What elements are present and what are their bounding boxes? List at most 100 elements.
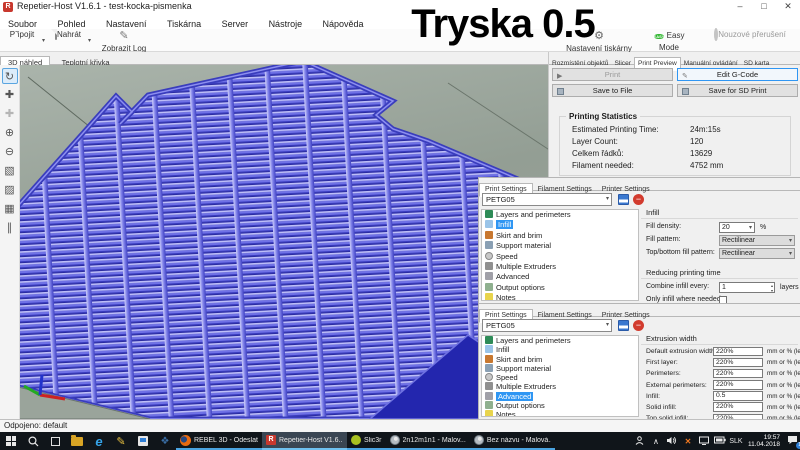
antivirus-icon[interactable]: ✕ xyxy=(680,437,696,446)
battery-button[interactable] xyxy=(712,436,728,446)
first-layer-input[interactable]: 220% xyxy=(713,358,763,368)
category-notes[interactable]: Notes xyxy=(482,293,638,301)
maximize-button[interactable]: □ xyxy=(752,0,776,14)
category-output-options[interactable]: Output options xyxy=(482,401,638,410)
search-button[interactable] xyxy=(22,432,44,450)
print-button[interactable]: ▶ Print xyxy=(552,68,673,81)
output-icon xyxy=(485,401,493,409)
category-speed[interactable]: Speed xyxy=(482,373,638,382)
connect-caret-icon[interactable]: ▾ xyxy=(42,37,45,44)
show-log-button[interactable]: ✎ Zobrazit Log xyxy=(96,30,152,53)
clock[interactable]: 19:57 11.04.2018 xyxy=(744,434,784,449)
save-profile-button[interactable] xyxy=(618,194,629,205)
system-tray: ∧ ✕ SLK 19:57 11.04.2018 1 xyxy=(632,432,800,450)
rotate-view-button[interactable]: ↻ xyxy=(2,68,18,84)
task-view-button[interactable] xyxy=(44,432,66,450)
people-button[interactable] xyxy=(632,436,648,447)
extruders-icon xyxy=(485,382,493,390)
category-skirt-and-brim[interactable]: Skirt and brim xyxy=(482,355,638,364)
stat-label: Celkem řádků: xyxy=(572,149,624,158)
move-object-button[interactable]: ✚ xyxy=(2,87,18,103)
perimeters-input[interactable]: 220% xyxy=(713,369,763,379)
category-multiple-extruders[interactable]: Multiple Extruders xyxy=(482,382,638,391)
paint-tool-button[interactable]: ✎ xyxy=(110,432,132,450)
group-infill: Infill xyxy=(641,208,800,217)
taskbar-slic3r[interactable]: Slic3r xyxy=(347,432,386,450)
category-advanced[interactable]: Advanced xyxy=(482,392,638,401)
edit-gcode-button[interactable]: ✎ Edit G-Code xyxy=(677,68,798,81)
default-extrusion-width-input[interactable]: 220% xyxy=(713,347,763,357)
play-icon: ▶ xyxy=(557,71,562,82)
infill-icon xyxy=(485,220,493,228)
profile-select[interactable]: PETG05 ▾ xyxy=(482,193,612,206)
volume-button[interactable] xyxy=(664,436,680,447)
3d-viewport[interactable]: ↻ ✚ ✚ ⊕ ⊖ ▧ ▨ ▦ ∥ xyxy=(0,65,548,419)
fill-pattern-dropdown[interactable]: Rectilinear▾ xyxy=(719,235,795,246)
front-view-button[interactable]: ▨ xyxy=(2,182,18,198)
fit-printer-button[interactable]: ∥ xyxy=(2,220,18,236)
extruders-icon xyxy=(485,262,493,270)
emergency-stop-button[interactable]: Nouzové přerušení xyxy=(706,30,794,39)
file-explorer-button[interactable] xyxy=(66,432,88,450)
category-infill[interactable]: Infill xyxy=(482,220,638,230)
top-bottom-pattern-dropdown[interactable]: Rectilinear▾ xyxy=(719,248,795,259)
layers-icon xyxy=(485,210,493,218)
language-indicator[interactable]: SLK xyxy=(728,438,744,445)
start-button[interactable] xyxy=(0,432,22,450)
category-speed[interactable]: Speed xyxy=(482,252,638,262)
category-support-material[interactable]: Support material xyxy=(482,241,638,251)
category-infill[interactable]: Infill xyxy=(482,345,638,354)
taskbar-repetier-host[interactable]: R Repetier-Host V1.6... xyxy=(262,432,347,450)
display-button[interactable] xyxy=(696,436,712,447)
fill-density-input[interactable]: 20▾ xyxy=(719,222,755,233)
solid-infill-input[interactable]: 220% xyxy=(713,402,763,412)
task-view-icon xyxy=(51,437,60,446)
clock-date: 11.04.2018 xyxy=(748,441,780,448)
save-to-file-button[interactable]: Save to File xyxy=(552,84,673,97)
taskbar-paint-1[interactable]: 2n12m1n1 - Malov... xyxy=(386,432,470,450)
save-profile-button[interactable] xyxy=(618,320,629,331)
category-support-material[interactable]: Support material xyxy=(482,364,638,373)
skirt-icon xyxy=(485,355,493,363)
taskbar-firefox[interactable]: REBEL 3D - Odeslat... xyxy=(176,432,262,450)
save-for-sd-button[interactable]: Save for SD Print xyxy=(677,84,798,97)
load-caret-icon[interactable]: ▾ xyxy=(88,37,91,44)
minimize-button[interactable]: – xyxy=(728,0,752,14)
connect-button[interactable]: Připojit xyxy=(4,30,40,39)
move-viewpoint-button[interactable]: ✚ xyxy=(2,106,18,122)
notification-center-button[interactable]: 1 xyxy=(784,435,800,447)
only-infill-checkbox[interactable] xyxy=(719,296,727,303)
load-button[interactable]: Nahrát xyxy=(50,30,86,39)
external-perimeters-input[interactable]: 220% xyxy=(713,380,763,390)
hidden-icons-button[interactable]: ∧ xyxy=(648,437,664,446)
fit-objects-button[interactable]: ▦ xyxy=(2,201,18,217)
category-advanced[interactable]: Advanced xyxy=(482,272,638,282)
spinner-arrows[interactable]: ▴▾ xyxy=(771,283,773,293)
category-layers-and-perimeters[interactable]: Layers and perimeters xyxy=(482,336,638,345)
viewport-toolbar: ↻ ✚ ✚ ⊕ ⊖ ▧ ▨ ▦ ∥ xyxy=(0,65,20,419)
print-settings-panel-advanced: Print SettingsFilament SettingsPrinter S… xyxy=(478,303,800,419)
settings-tabbar: Print SettingsFilament SettingsPrinter S… xyxy=(479,304,800,317)
close-button[interactable]: ✕ xyxy=(776,0,800,14)
store-button[interactable] xyxy=(132,432,154,450)
category-skirt-and-brim[interactable]: Skirt and brim xyxy=(482,231,638,241)
combine-infill-input[interactable]: 1▴▾ xyxy=(719,282,775,293)
profile-select[interactable]: PETG05 ▾ xyxy=(482,319,612,332)
isometric-view-button[interactable]: ▧ xyxy=(2,163,18,179)
zoom-out-button[interactable]: ⊖ xyxy=(2,144,18,160)
firefox-icon xyxy=(180,435,191,446)
pinned-app-button[interactable]: ❖ xyxy=(154,432,176,450)
taskbar-paint-2[interactable]: Bez názvu - Malová... xyxy=(470,432,555,450)
edge-button[interactable]: e xyxy=(88,432,110,450)
category-multiple-extruders[interactable]: Multiple Extruders xyxy=(482,262,638,272)
delete-profile-button[interactable]: − xyxy=(633,194,644,205)
infill-settings-content: Infill Fill density: 20▾ % Fill pattern:… xyxy=(641,206,800,303)
category-notes[interactable]: Notes xyxy=(482,410,638,417)
category-layers-and-perimeters[interactable]: Layers and perimeters xyxy=(482,210,638,220)
zoom-in-button[interactable]: ⊕ xyxy=(2,125,18,141)
battery-icon xyxy=(714,436,726,444)
category-output-options[interactable]: Output options xyxy=(482,283,638,293)
easy-mode-button[interactable]: EASY Easy Mode xyxy=(644,30,694,52)
infill-width-input[interactable]: 0.5 xyxy=(713,391,763,401)
delete-profile-button[interactable]: − xyxy=(633,320,644,331)
